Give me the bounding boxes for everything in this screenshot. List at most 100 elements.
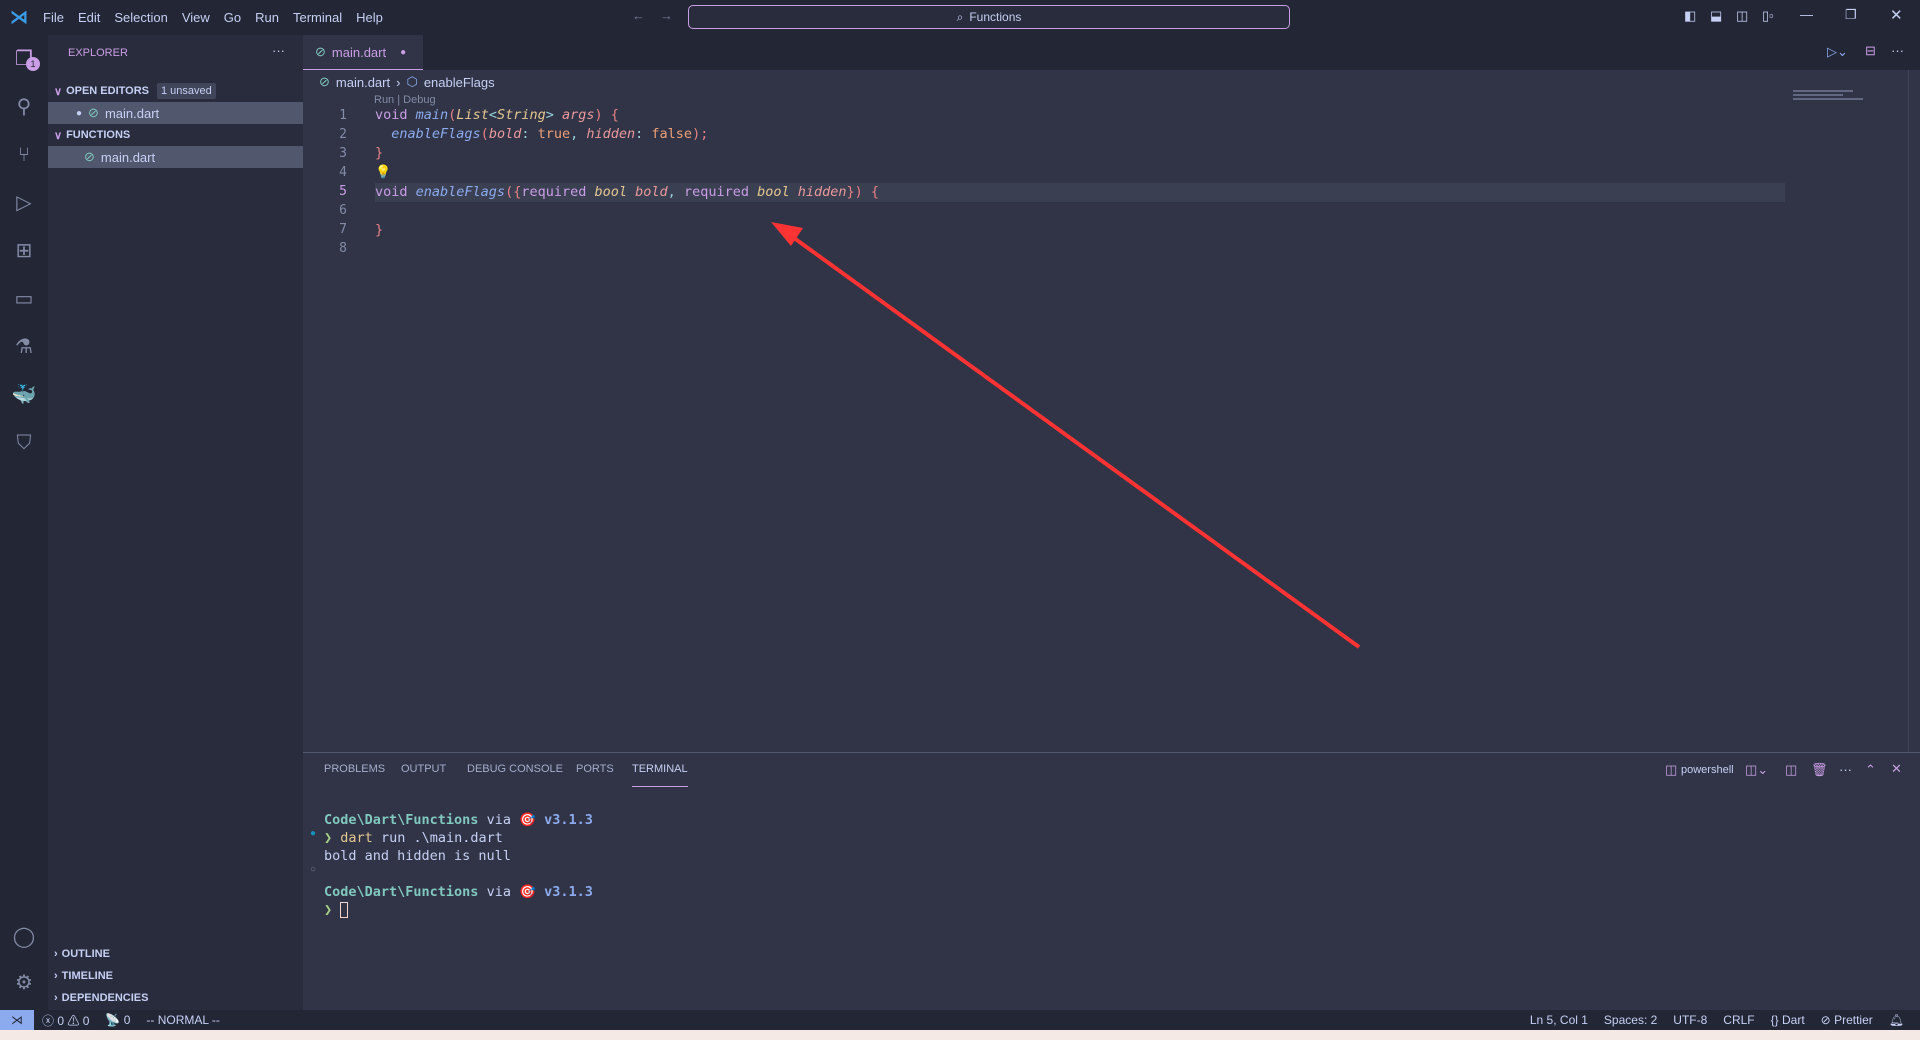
ports-status[interactable]: 📡 0 — [97, 1013, 138, 1027]
indentation[interactable]: Spaces: 2 — [1596, 1013, 1665, 1027]
maximize-panel-icon[interactable]: ⌃ — [1865, 762, 1876, 778]
split-terminal-icon[interactable]: ◫ — [1785, 762, 1797, 778]
search-icon: ⌕ — [956, 9, 964, 24]
unsaved-badge: 1 unsaved — [157, 83, 216, 99]
editor-more-icon[interactable]: ··· — [1891, 43, 1904, 58]
dirty-dot-icon: ● — [76, 107, 83, 119]
outline-section[interactable]: › OUTLINE — [48, 943, 303, 965]
file-label: main.dart — [100, 149, 156, 165]
back-icon[interactable]: ← — [632, 8, 645, 23]
close-window-icon[interactable]: ✕ — [1890, 6, 1903, 24]
docker-icon[interactable]: 🐳 — [10, 381, 38, 409]
tab-terminal[interactable]: TERMINAL — [632, 763, 688, 787]
run-debug-icon[interactable]: ▷ — [10, 189, 38, 217]
prettier-status[interactable]: ⊘ Prettier — [1813, 1013, 1881, 1027]
terminal-prompt-line: Code\Dart\Functions via 🎯 v3.1.3 — [324, 812, 593, 828]
menu-terminal[interactable]: Terminal — [286, 10, 349, 25]
chevron-down-icon: ∨ — [54, 85, 63, 98]
cursor-position[interactable]: Ln 5, Col 1 — [1522, 1013, 1596, 1027]
explorer-icon[interactable]: ❐ 1 — [10, 45, 40, 73]
run-icon[interactable]: ▷⌄ — [1827, 44, 1848, 60]
vscode-logo-icon: ⋊ — [10, 7, 28, 27]
menu-run[interactable]: Run — [248, 10, 286, 25]
forward-icon[interactable]: → — [660, 8, 673, 23]
split-editor-icon[interactable]: ⊟ — [1865, 43, 1876, 59]
annotation-arrow — [771, 222, 1361, 649]
gitlens-icon[interactable]: ⛉ — [10, 429, 38, 457]
vim-mode: -- NORMAL -- — [146, 1013, 220, 1027]
menu-edit[interactable]: Edit — [71, 10, 107, 25]
tab-main-dart[interactable]: ⊘ main.dart ● — [303, 35, 423, 70]
new-terminal-icon[interactable]: ◫⌄ — [1745, 762, 1768, 778]
menu-view[interactable]: View — [175, 10, 217, 25]
customize-layout-icon[interactable]: ▯▫ — [1762, 8, 1774, 24]
terminal-shell-label[interactable]: powershell — [1681, 764, 1734, 776]
encoding[interactable]: UTF-8 — [1665, 1013, 1715, 1027]
title-bar: ⋊ File Edit Selection View Go Run Termin… — [0, 0, 1920, 35]
timeline-label: TIMELINE — [61, 970, 114, 982]
toggle-sidebar-icon[interactable]: ◧ — [1684, 8, 1696, 24]
source-control-icon[interactable]: ⑂ — [10, 141, 38, 169]
dart-target-icon: 🎯 — [519, 812, 536, 828]
command-success-dot-icon[interactable]: ● — [310, 828, 316, 839]
broadcast-icon: 📡 — [105, 1013, 121, 1027]
tab-bar: ⊘ main.dart ● ▷⌄ ⊟ ··· — [303, 35, 1920, 70]
dependencies-section[interactable]: › DEPENDENCIES — [48, 987, 303, 1009]
line-ending[interactable]: CRLF — [1715, 1013, 1762, 1027]
functions-folder-section[interactable]: ∨ FUNCTIONS — [48, 124, 303, 146]
restore-icon[interactable]: ❐ — [1845, 7, 1857, 23]
account-icon[interactable]: ◯ — [10, 923, 38, 951]
terminal[interactable]: Code\Dart\Functions via 🎯 v3.1.3 ● ❯ dar… — [303, 798, 1903, 998]
menu-help[interactable]: Help — [349, 10, 390, 25]
chevron-right-icon: › — [54, 970, 58, 982]
command-center-label: Functions — [969, 10, 1022, 24]
braces-icon: {} — [1770, 1013, 1779, 1027]
terminal-prompt-line: Code\Dart\Functions via 🎯 v3.1.3 — [324, 884, 593, 900]
terminal-cursor — [340, 902, 349, 918]
toggle-secondary-sidebar-icon[interactable]: ◫ — [1736, 8, 1748, 24]
remote-explorer-icon[interactable]: ▭ — [10, 285, 38, 313]
code-editor[interactable]: ⊘ main.dart › ⬡ enableFlags Run | Debug 1 2 … — [303, 70, 1920, 752]
unsaved-dot-icon[interactable]: ● — [400, 47, 406, 58]
terminal-icon: ◫ — [1665, 762, 1678, 777]
chevron-right-icon: › — [54, 948, 58, 960]
terminal-input-line[interactable]: ❯ — [324, 902, 349, 918]
trash-icon[interactable]: 🗑 — [1811, 762, 1828, 778]
search-icon[interactable]: ⚲ — [10, 93, 38, 121]
tab-problems[interactable]: PROBLEMS — [324, 763, 385, 787]
extensions-icon[interactable]: ⊞ — [10, 237, 38, 265]
tab-label: main.dart — [331, 44, 387, 60]
notifications-bell-icon[interactable]: 🔔︎ — [1881, 1013, 1912, 1027]
menu-go[interactable]: Go — [217, 10, 248, 25]
menu-selection[interactable]: Selection — [107, 10, 174, 25]
menu-file[interactable]: File — [36, 10, 71, 25]
tab-ports[interactable]: PORTS — [576, 763, 614, 787]
command-center[interactable]: ⌕ Functions — [688, 5, 1290, 29]
chevron-down-icon: ∨ — [54, 129, 63, 142]
language-mode[interactable]: {} Dart — [1763, 1013, 1813, 1027]
command-pending-dot-icon[interactable]: ○ — [310, 864, 316, 875]
terminal-output: bold and hidden is null — [324, 848, 511, 864]
activity-bar: ❐ 1 ⚲ ⑂ ▷ ⊞ ▭ ⚗ 🐳 ⛉ ◯ ⚙ — [0, 35, 48, 1010]
terminal-command-line: ❯ dart run .\main.dart — [324, 830, 503, 846]
bottom-panel: PROBLEMS OUTPUT DEBUG CONSOLE PORTS TERM… — [303, 752, 1920, 1010]
problems-status[interactable]: ⓧ 0 ⚠ 0 — [34, 1012, 97, 1029]
remote-icon[interactable]: ⋊ — [0, 1010, 34, 1030]
testing-icon[interactable]: ⚗ — [10, 333, 38, 361]
status-bar: ⋊ ⓧ 0 ⚠ 0 📡 0 -- NORMAL -- Ln 5, Col 1 S… — [0, 1010, 1920, 1030]
file-tree-item[interactable]: ⊘ main.dart — [48, 146, 303, 168]
open-editor-item[interactable]: ● ⊘ main.dart — [48, 102, 303, 124]
dart-target-icon: 🎯 — [519, 884, 536, 900]
timeline-section[interactable]: › TIMELINE — [48, 965, 303, 987]
minimize-icon[interactable]: — — [1800, 7, 1813, 22]
tab-debug-console[interactable]: DEBUG CONSOLE — [467, 763, 563, 787]
more-actions-icon[interactable]: ··· — [272, 43, 285, 58]
open-editors-section[interactable]: ∨ OPEN EDITORS 1 unsaved — [48, 80, 303, 102]
arrow-shaft — [781, 228, 1361, 649]
dart-file-icon: ⊘ — [315, 44, 326, 59]
toggle-panel-icon[interactable]: ⬓ — [1710, 8, 1722, 24]
close-panel-icon[interactable]: ✕ — [1891, 761, 1902, 777]
settings-gear-icon[interactable]: ⚙ — [10, 969, 38, 997]
tab-output[interactable]: OUTPUT — [401, 763, 446, 787]
panel-more-icon[interactable]: ··· — [1839, 762, 1852, 777]
